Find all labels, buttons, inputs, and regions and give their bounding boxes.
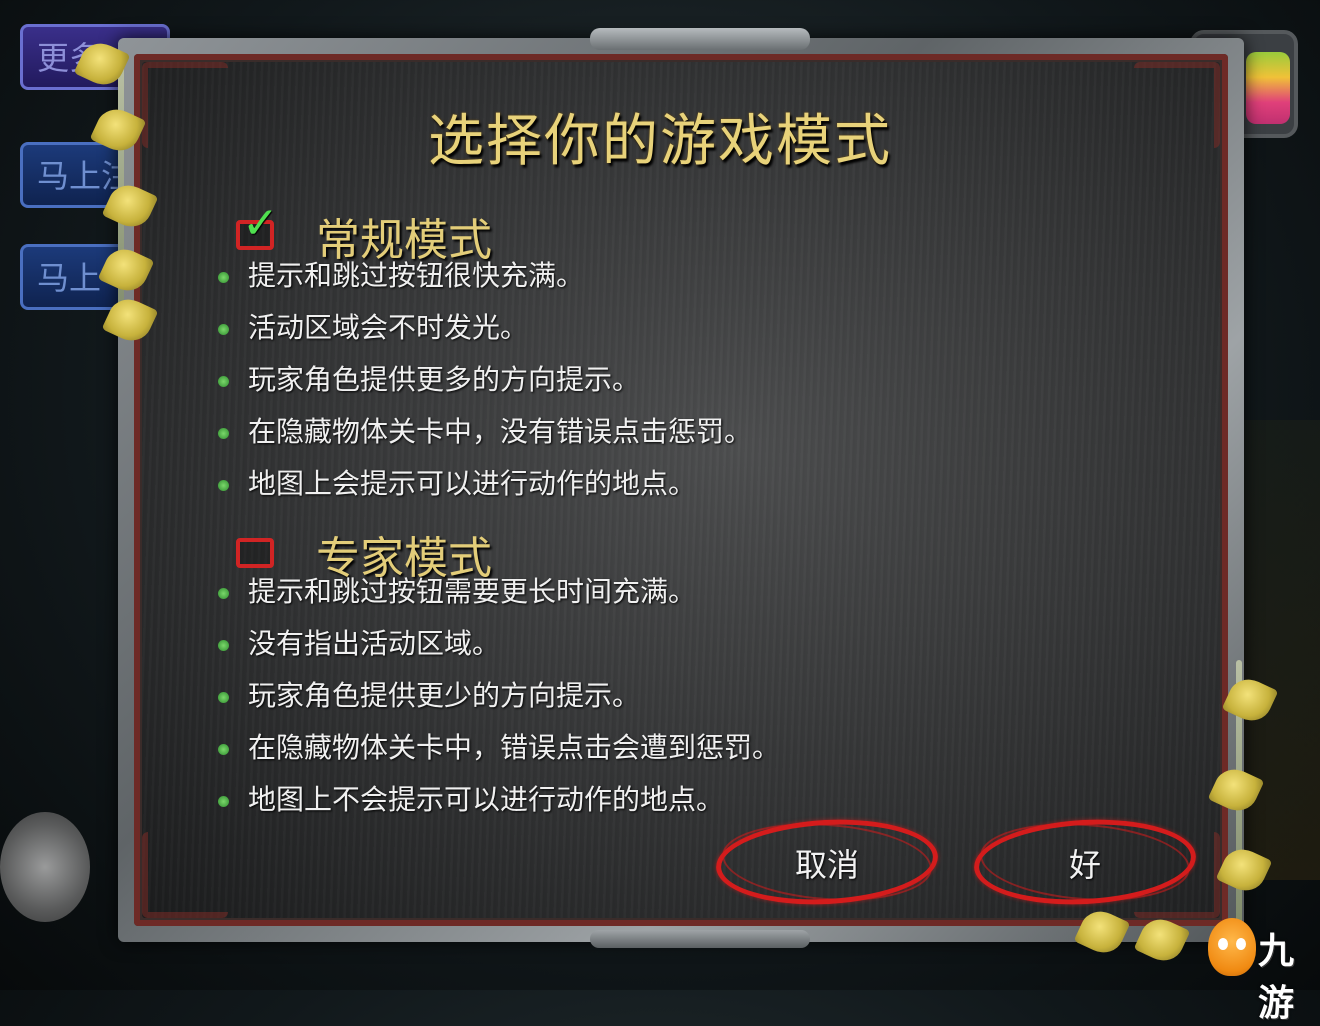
frame-bottom-clip bbox=[590, 930, 810, 948]
feature-text: 提示和跳过按钮很快充满。 bbox=[248, 259, 585, 292]
checkmark-icon: ✓ bbox=[242, 198, 279, 249]
bullet-icon bbox=[218, 428, 229, 439]
ok-button-label: 好 bbox=[1068, 846, 1101, 884]
ornament-corner-icon bbox=[142, 832, 228, 918]
ok-button[interactable]: 好 bbox=[971, 814, 1199, 910]
mascot-icon bbox=[1208, 918, 1256, 976]
bullet-icon bbox=[218, 744, 229, 755]
cancel-button[interactable]: 取消 bbox=[713, 814, 941, 910]
mascot-eye bbox=[1236, 938, 1246, 950]
bullet-icon bbox=[218, 272, 229, 283]
feature-text: 活动区域会不时发光。 bbox=[248, 311, 529, 344]
expert-mode-checkbox[interactable] bbox=[236, 538, 274, 568]
bullet-icon bbox=[218, 376, 229, 387]
bullet-icon bbox=[218, 324, 229, 335]
watermark-text: 九游 bbox=[1258, 931, 1295, 1024]
feature-text: 提示和跳过按钮需要更长时间充满。 bbox=[248, 575, 697, 608]
bullet-icon bbox=[218, 796, 229, 807]
bullet-icon bbox=[218, 588, 229, 599]
feature-text: 玩家角色提供更多的方向提示。 bbox=[248, 363, 641, 396]
background-start-label: 马上 bbox=[37, 259, 102, 297]
watermark: 九游 bbox=[1208, 912, 1318, 1024]
feature-text: 在隐藏物体关卡中，错误点击会遭到惩罚。 bbox=[248, 731, 781, 764]
detective-badge-icon bbox=[0, 812, 90, 922]
bullet-icon bbox=[218, 480, 229, 491]
feature-text: 玩家角色提供更少的方向提示。 bbox=[248, 679, 641, 712]
feature-text: 没有指出活动区域。 bbox=[248, 627, 501, 660]
dialog-title: 选择你的游戏模式 bbox=[428, 109, 892, 174]
bullet-icon bbox=[218, 640, 229, 651]
frame-top-clip bbox=[590, 28, 810, 50]
feature-text: 地图上不会提示可以进行动作的地点。 bbox=[248, 783, 725, 816]
bullet-icon bbox=[218, 692, 229, 703]
cancel-button-label: 取消 bbox=[794, 846, 859, 884]
mascot-eye bbox=[1218, 938, 1228, 950]
feature-text: 地图上会提示可以进行动作的地点。 bbox=[248, 467, 697, 500]
feature-text: 在隐藏物体关卡中，没有错误点击惩罚。 bbox=[248, 415, 753, 448]
